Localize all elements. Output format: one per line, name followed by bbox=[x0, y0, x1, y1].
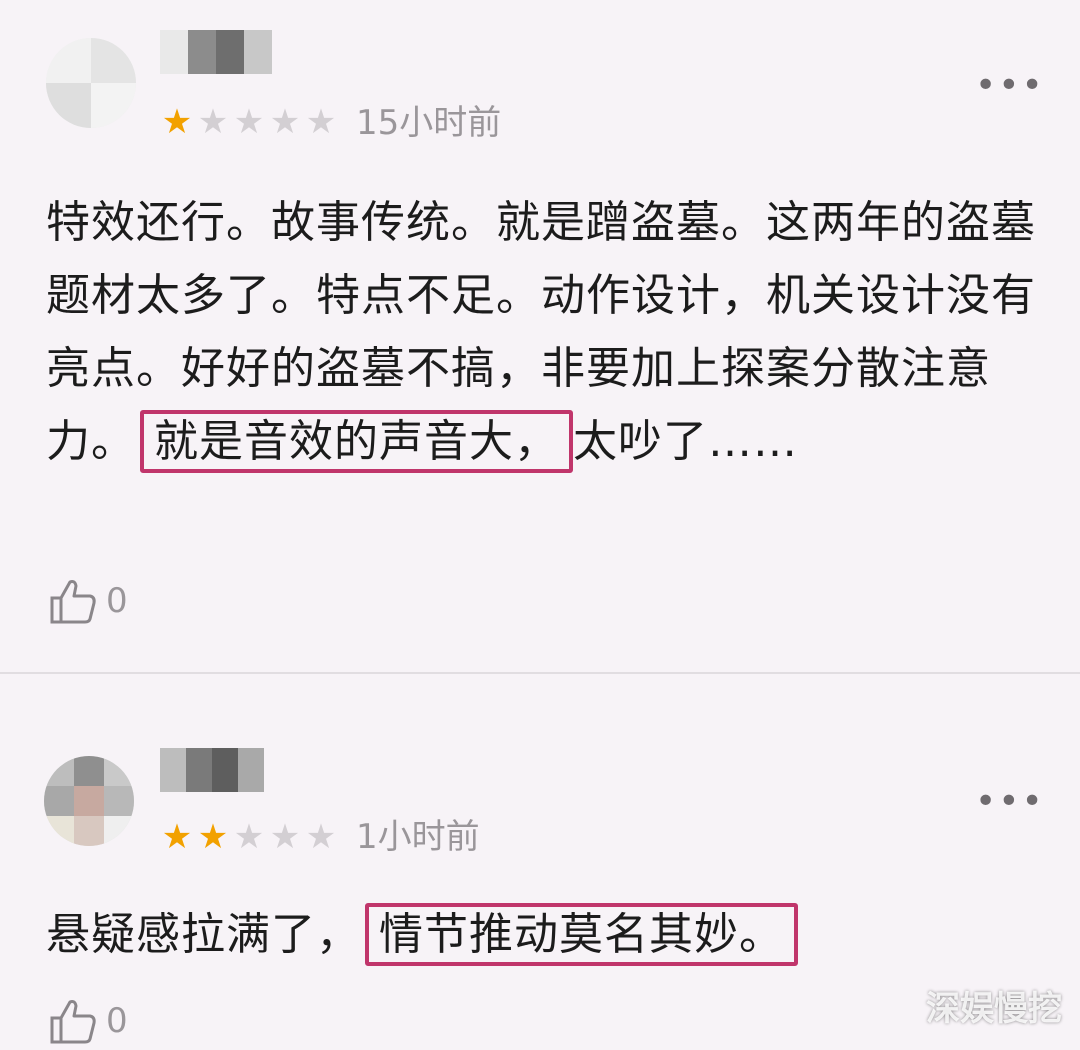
like-count: 0 bbox=[106, 1001, 128, 1041]
star-icon: ★ bbox=[269, 102, 301, 142]
timestamp: 15小时前 bbox=[356, 103, 502, 143]
review-text: 悬疑感拉满了， 情节推动莫名其妙。 bbox=[46, 898, 1036, 971]
star-icon: ★ bbox=[161, 817, 193, 857]
username-blurred[interactable] bbox=[160, 742, 264, 798]
star-rating: ★ ★ ★ ★ ★ bbox=[160, 820, 338, 854]
avatar[interactable] bbox=[46, 38, 136, 128]
star-icon: ★ bbox=[305, 102, 337, 142]
star-icon: ★ bbox=[197, 102, 229, 142]
star-icon: ★ bbox=[197, 817, 229, 857]
more-dots-icon[interactable]: ••• bbox=[975, 68, 1045, 104]
like-count: 0 bbox=[106, 581, 128, 621]
star-icon: ★ bbox=[269, 817, 301, 857]
like-button[interactable]: 0 bbox=[48, 996, 128, 1046]
star-rating: ★ ★ ★ ★ ★ bbox=[160, 105, 338, 139]
star-icon: ★ bbox=[305, 817, 337, 857]
timestamp: 1小时前 bbox=[356, 817, 480, 857]
star-icon: ★ bbox=[233, 817, 265, 857]
thumbs-up-icon bbox=[50, 1000, 96, 1044]
more-dots-icon[interactable]: ••• bbox=[975, 784, 1045, 820]
review-text-body: 悬疑感拉满了， bbox=[46, 909, 361, 960]
star-icon: ★ bbox=[161, 102, 193, 142]
thumbs-up-icon bbox=[50, 580, 96, 624]
review-text-tail: 太吵了…… bbox=[573, 416, 798, 467]
highlighted-text: 情节推动莫名其妙。 bbox=[365, 903, 798, 966]
username-blurred[interactable] bbox=[160, 24, 272, 80]
highlighted-text: 就是音效的声音大， bbox=[140, 410, 573, 473]
divider bbox=[0, 672, 1080, 674]
review-text: 特效还行。故事传统。就是蹭盗墓。这两年的盗墓题材太多了。特点不足。动作设计，机关… bbox=[46, 186, 1036, 478]
avatar[interactable] bbox=[44, 756, 134, 846]
star-icon: ★ bbox=[233, 102, 265, 142]
like-button[interactable]: 0 bbox=[48, 576, 128, 626]
watermark: 深娱慢挖 bbox=[926, 989, 1062, 1029]
